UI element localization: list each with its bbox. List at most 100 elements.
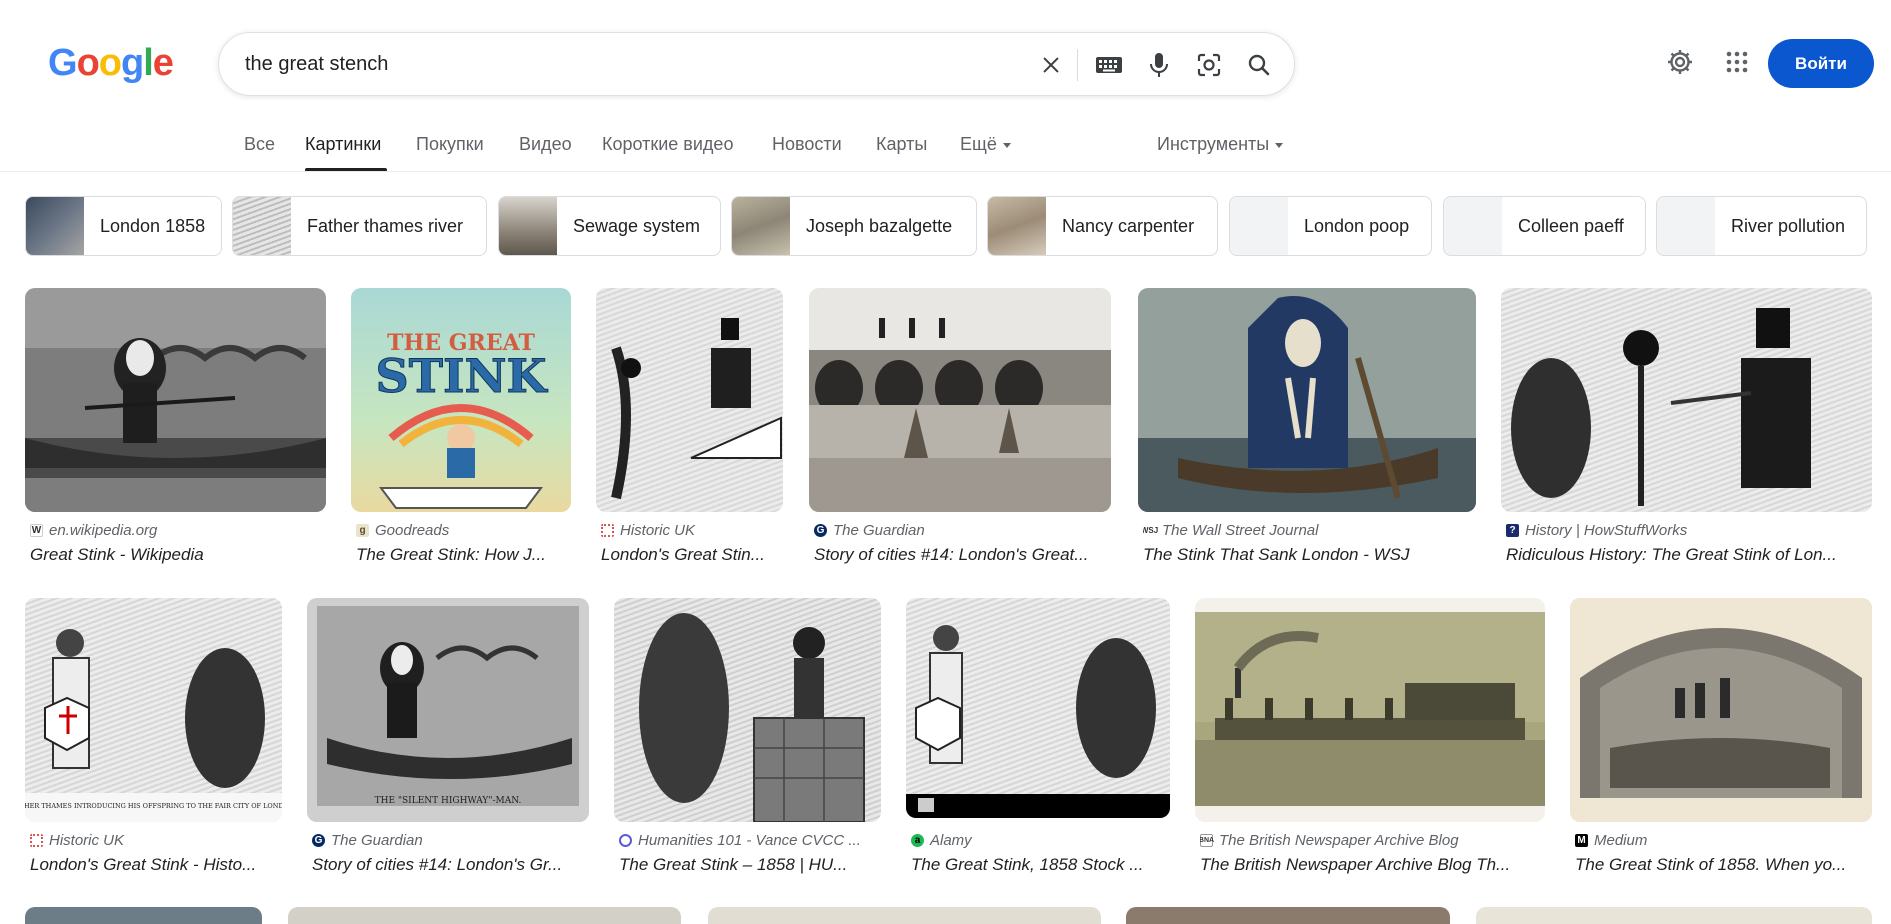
historic-uk-icon <box>30 834 43 847</box>
search-box <box>218 32 1295 96</box>
tab-shopping[interactable]: Покупки <box>416 134 484 155</box>
result-thumbnail[interactable] <box>906 598 1170 818</box>
result-source[interactable]: ? History | HowStuffWorks <box>1506 522 1872 539</box>
image-result[interactable]: W en.wikipedia.org Great Stink - Wikiped… <box>25 288 326 568</box>
tab-all[interactable]: Все <box>244 134 275 155</box>
image-result[interactable]: M Medium The Great Stink of 1858. When y… <box>1570 598 1872 880</box>
result-source[interactable]: G The Guardian <box>312 832 589 849</box>
source-label: en.wikipedia.org <box>49 522 158 539</box>
search-icon[interactable] <box>1241 47 1277 83</box>
result-source[interactable]: BNA The British Newspaper Archive Blog <box>1200 832 1545 849</box>
result-thumbnail[interactable] <box>1126 907 1450 924</box>
result-thumbnail[interactable] <box>25 907 262 924</box>
tab-short-video[interactable]: Короткие видео <box>602 134 733 155</box>
result-title[interactable]: The British Newspaper Archive Blog Th... <box>1200 855 1545 875</box>
tools-button[interactable]: Инструменты <box>1157 134 1284 155</box>
source-label: Humanities 101 - Vance CVCC ... <box>638 832 861 849</box>
source-label: Historic UK <box>620 522 696 539</box>
image-caption: THE "SILENT HIGHWAY"-MAN. <box>375 796 522 806</box>
result-source[interactable]: a Alamy <box>911 832 1173 849</box>
tools-label: Инструменты <box>1157 134 1270 154</box>
result-thumbnail[interactable] <box>1501 288 1872 512</box>
result-source[interactable]: g Goodreads <box>356 522 571 539</box>
result-title[interactable]: The Great Stink – 1858 | HU... <box>619 855 881 875</box>
chip-colleen-paeff[interactable]: Colleen paeff <box>1443 196 1646 256</box>
result-source[interactable]: WSJ The Wall Street Journal <box>1143 522 1478 539</box>
apps-grid-icon[interactable] <box>1719 44 1755 80</box>
book-title-line2: STINK <box>376 349 549 403</box>
image-result[interactable]: Historic UK London's Great Stin... <box>596 288 783 568</box>
result-title[interactable]: London's Great Stink - Histo... <box>30 855 282 875</box>
wikipedia-icon: W <box>30 524 43 537</box>
chip-label: Nancy carpenter <box>1062 215 1195 236</box>
result-thumbnail[interactable] <box>25 288 326 512</box>
result-thumbnail[interactable] <box>1138 288 1476 512</box>
chip-london-1858[interactable]: London 1858 <box>25 196 222 256</box>
humanities-icon <box>619 834 632 847</box>
tab-more-label: Ещё <box>960 134 997 154</box>
keyboard-icon[interactable] <box>1091 47 1127 83</box>
search-input[interactable] <box>245 47 1005 81</box>
result-thumbnail[interactable] <box>708 907 1101 924</box>
tab-maps[interactable]: Карты <box>876 134 927 155</box>
image-result[interactable]: Humanities 101 - Vance CVCC ... The Grea… <box>614 598 881 880</box>
chip-father-thames-river[interactable]: Father thames river <box>232 196 487 256</box>
result-title[interactable]: The Great Stink: How J... <box>356 545 571 565</box>
google-logo[interactable]: Google <box>48 42 174 85</box>
result-thumbnail[interactable] <box>1570 598 1872 822</box>
result-source[interactable]: M Medium <box>1575 832 1875 849</box>
result-source[interactable]: Humanities 101 - Vance CVCC ... <box>619 832 881 849</box>
chevron-down-icon <box>1275 142 1284 148</box>
gear-icon[interactable] <box>1662 44 1698 80</box>
result-thumbnail[interactable] <box>809 288 1111 512</box>
image-result[interactable]: THE "SILENT HIGHWAY"-MAN. G The Guardian… <box>307 598 589 880</box>
chevron-down-icon <box>1002 142 1011 148</box>
tab-video[interactable]: Видео <box>519 134 572 155</box>
result-thumbnail[interactable] <box>1195 598 1545 822</box>
chip-london-poop[interactable]: London poop <box>1229 196 1432 256</box>
chip-label: London poop <box>1304 215 1410 236</box>
howstuffworks-icon: ? <box>1506 524 1519 537</box>
result-thumbnail[interactable] <box>596 288 783 512</box>
medium-icon: M <box>1575 834 1588 847</box>
result-thumbnail[interactable]: FATHER THAMES INTRODUCING HIS OFFSPRING … <box>25 598 282 822</box>
result-thumbnail[interactable] <box>288 907 681 924</box>
source-label: Medium <box>1594 832 1648 849</box>
mic-icon[interactable] <box>1141 47 1177 83</box>
result-source[interactable]: Historic UK <box>30 832 282 849</box>
result-title[interactable]: London's Great Stin... <box>601 545 786 565</box>
result-source[interactable]: W en.wikipedia.org <box>30 522 320 539</box>
image-result[interactable]: BNA The British Newspaper Archive Blog T… <box>1195 598 1545 880</box>
result-thumbnail[interactable] <box>614 598 881 822</box>
image-result[interactable]: G The Guardian Story of cities #14: Lond… <box>809 288 1111 568</box>
chip-joseph-bazalgette[interactable]: Joseph bazalgette <box>731 196 977 256</box>
result-source[interactable]: G The Guardian <box>814 522 1114 539</box>
result-thumbnail[interactable] <box>1476 907 1872 924</box>
result-title[interactable]: The Stink That Sank London - WSJ <box>1143 545 1478 565</box>
result-source[interactable]: Historic UK <box>601 522 786 539</box>
image-result[interactable]: WSJ The Wall Street Journal The Stink Th… <box>1138 288 1476 568</box>
image-result[interactable]: a Alamy The Great Stink, 1858 Stock ... <box>906 598 1170 880</box>
chip-river-pollution[interactable]: River pollution <box>1656 196 1867 256</box>
image-result[interactable]: FATHER THAMES INTRODUCING HIS OFFSPRING … <box>25 598 282 880</box>
alamy-icon: a <box>911 834 924 847</box>
signin-button[interactable]: Войти <box>1768 39 1874 88</box>
result-thumbnail[interactable]: THE "SILENT HIGHWAY"-MAN. <box>307 598 589 822</box>
result-title[interactable]: Story of cities #14: London's Great... <box>814 545 1114 565</box>
result-title[interactable]: The Great Stink of 1858. When yo... <box>1575 855 1875 875</box>
close-icon[interactable] <box>1033 47 1069 83</box>
result-thumbnail[interactable]: THE GREAT STINK <box>351 288 571 512</box>
image-result[interactable]: ? History | HowStuffWorks Ridiculous His… <box>1501 288 1872 568</box>
chip-sewage-system[interactable]: Sewage system <box>498 196 721 256</box>
tab-images[interactable]: Картинки <box>305 134 381 155</box>
image-result[interactable]: THE GREAT STINK g Goodreads The Great St… <box>351 288 571 568</box>
result-title[interactable]: Story of cities #14: London's Gr... <box>312 855 589 875</box>
tab-more[interactable]: Ещё <box>960 134 1011 155</box>
result-title[interactable]: Great Stink - Wikipedia <box>30 545 326 565</box>
result-title[interactable]: Ridiculous History: The Great Stink of L… <box>1506 545 1872 565</box>
tab-news[interactable]: Новости <box>772 134 842 155</box>
camera-lens-icon[interactable] <box>1191 47 1227 83</box>
chip-nancy-carpenter[interactable]: Nancy carpenter <box>987 196 1218 256</box>
source-label: The Wall Street Journal <box>1162 522 1319 539</box>
result-title[interactable]: The Great Stink, 1858 Stock ... <box>911 855 1173 875</box>
